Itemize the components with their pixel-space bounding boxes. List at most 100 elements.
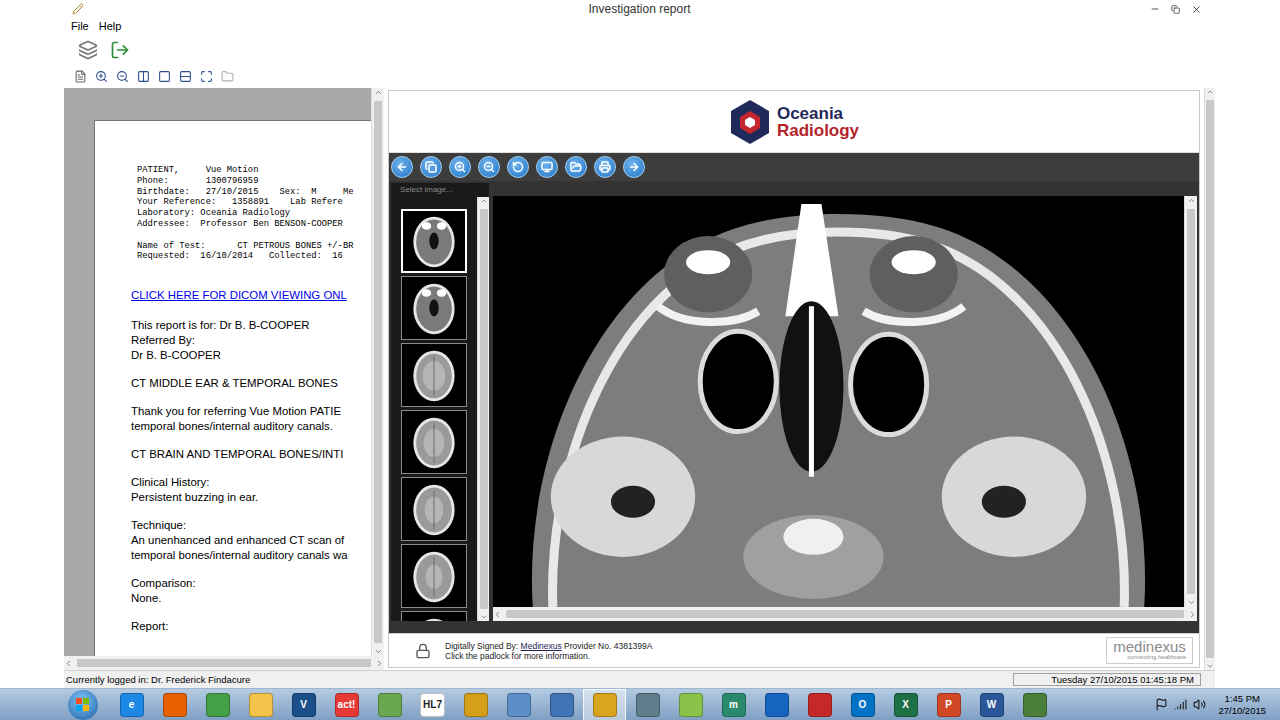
two-page-button[interactable]: [135, 68, 151, 84]
padlock-button[interactable]: [415, 643, 431, 659]
speaker-icon[interactable]: [1193, 698, 1206, 711]
report-horizontal-scrollbar[interactable]: [64, 656, 384, 670]
taskbar-app[interactable]: [798, 689, 841, 720]
scroll-up-icon: [1187, 196, 1196, 205]
report-header-line: Addressee: Professor Ben BENSON-COOPER: [137, 219, 371, 230]
taskbar-app-icon: [679, 693, 703, 717]
zoom-out-button[interactable]: [114, 68, 130, 84]
taskbar-app[interactable]: [196, 689, 239, 720]
thumbnail[interactable]: [401, 544, 467, 608]
taskbar-app[interactable]: W: [970, 689, 1013, 720]
dicom-link[interactable]: CLICK HERE FOR DICOM VIEWING ONL: [131, 288, 371, 303]
thumbnail[interactable]: [401, 276, 467, 340]
signer-link[interactable]: Medinexus: [521, 641, 562, 651]
taskbar-app[interactable]: [540, 689, 583, 720]
scroll-thumb[interactable]: [1206, 100, 1214, 658]
window-controls: [1149, 2, 1209, 16]
taskbar-app[interactable]: HL7: [411, 689, 454, 720]
ct-thumbnail-icon: [404, 613, 464, 621]
previous-button[interactable]: [391, 156, 413, 178]
taskbar-app[interactable]: [669, 689, 712, 720]
folder-button[interactable]: [219, 68, 235, 84]
image-area[interactable]: [493, 196, 1184, 607]
thumbnail[interactable]: [401, 343, 467, 407]
taskbar-app-icon: [636, 693, 660, 717]
taskbar-app[interactable]: [1013, 689, 1056, 720]
taskbar-app[interactable]: [583, 689, 626, 720]
taskbar-app[interactable]: O: [841, 689, 884, 720]
pen-icon: [72, 3, 84, 15]
main-toolbar: [64, 36, 1215, 64]
taskbar-app[interactable]: e: [110, 689, 153, 720]
documents-button[interactable]: [76, 38, 100, 62]
taskbar-app[interactable]: [454, 689, 497, 720]
image-vertical-scrollbar[interactable]: [1184, 196, 1197, 607]
taskbar-app-icon: [1023, 693, 1047, 717]
window-vertical-scrollbar[interactable]: [1204, 88, 1215, 670]
thumbnail-label: Select image...: [391, 183, 489, 197]
report-line: Referred By:: [131, 333, 371, 348]
single-page-button[interactable]: [156, 68, 172, 84]
thumbnail[interactable]: [401, 611, 467, 621]
ct-scan-image[interactable]: [493, 196, 1184, 607]
thumbnail[interactable]: [401, 410, 467, 474]
taskbar-app[interactable]: [368, 689, 411, 720]
new-page-button[interactable]: [72, 68, 88, 84]
taskbar-app[interactable]: X: [884, 689, 927, 720]
print-button[interactable]: [594, 156, 616, 178]
taskbar-app-icon: [507, 693, 531, 717]
menu-item[interactable]: File: [66, 19, 94, 33]
scroll-thumb[interactable]: [480, 209, 488, 609]
scroll-right-icon: [375, 659, 384, 668]
taskbar-app[interactable]: [153, 689, 196, 720]
exit-door-icon: [110, 40, 130, 60]
zoom-in-icon: [454, 161, 466, 173]
taskbar-app[interactable]: [239, 689, 282, 720]
print-icon: [599, 161, 611, 173]
open-button[interactable]: [565, 156, 587, 178]
zoom-in-button[interactable]: [93, 68, 109, 84]
scroll-thumb[interactable]: [1187, 209, 1195, 594]
taskbar-app[interactable]: V: [282, 689, 325, 720]
close-button[interactable]: [1190, 2, 1203, 16]
network-icon[interactable]: [1174, 698, 1187, 711]
zoom-in-button[interactable]: [449, 156, 471, 178]
logo-text: OceaniaRadiology: [777, 105, 859, 139]
taskbar-app[interactable]: act!: [325, 689, 368, 720]
thumbnail-scrollbar[interactable]: [477, 197, 489, 621]
taskbar-app[interactable]: P: [927, 689, 970, 720]
copy-button[interactable]: [420, 156, 442, 178]
scroll-thumb[interactable]: [506, 610, 1184, 618]
logo-line: Oceania: [777, 105, 859, 122]
taskbar-app-icon: [378, 693, 402, 717]
exit-button[interactable]: [108, 38, 132, 62]
scroll-thumb[interactable]: [374, 101, 382, 643]
image-horizontal-scrollbar[interactable]: [493, 607, 1197, 621]
menu-item[interactable]: Help: [94, 19, 127, 33]
ct-thumbnail-icon: [404, 412, 464, 472]
thumbnail[interactable]: [401, 477, 467, 541]
thumbnail[interactable]: [401, 209, 467, 273]
signature-note: Click the padlock for more information.: [445, 651, 652, 661]
next-button[interactable]: [623, 156, 645, 178]
report-toolbar: [64, 66, 1215, 86]
scroll-up-icon: [374, 88, 383, 97]
flag-icon[interactable]: [1155, 698, 1168, 711]
rotate-button[interactable]: [507, 156, 529, 178]
minimize-button[interactable]: [1149, 2, 1162, 16]
taskbar-app-icon: [163, 693, 187, 717]
taskbar-app[interactable]: m: [712, 689, 755, 720]
clock[interactable]: 1:45 PM27/10/2015: [1212, 693, 1272, 717]
taskbar-app[interactable]: [755, 689, 798, 720]
scroll-thumb[interactable]: [77, 659, 371, 667]
report-vertical-scrollbar[interactable]: [371, 88, 384, 656]
page-width-button[interactable]: [177, 68, 193, 84]
start-button[interactable]: [68, 690, 98, 720]
restore-icon: [1171, 5, 1180, 14]
fit-window-button[interactable]: [536, 156, 558, 178]
taskbar-app[interactable]: [497, 689, 540, 720]
zoom-out-button[interactable]: [478, 156, 500, 178]
full-page-button[interactable]: [198, 68, 214, 84]
taskbar-app[interactable]: [626, 689, 669, 720]
restore-button[interactable]: [1170, 2, 1183, 16]
